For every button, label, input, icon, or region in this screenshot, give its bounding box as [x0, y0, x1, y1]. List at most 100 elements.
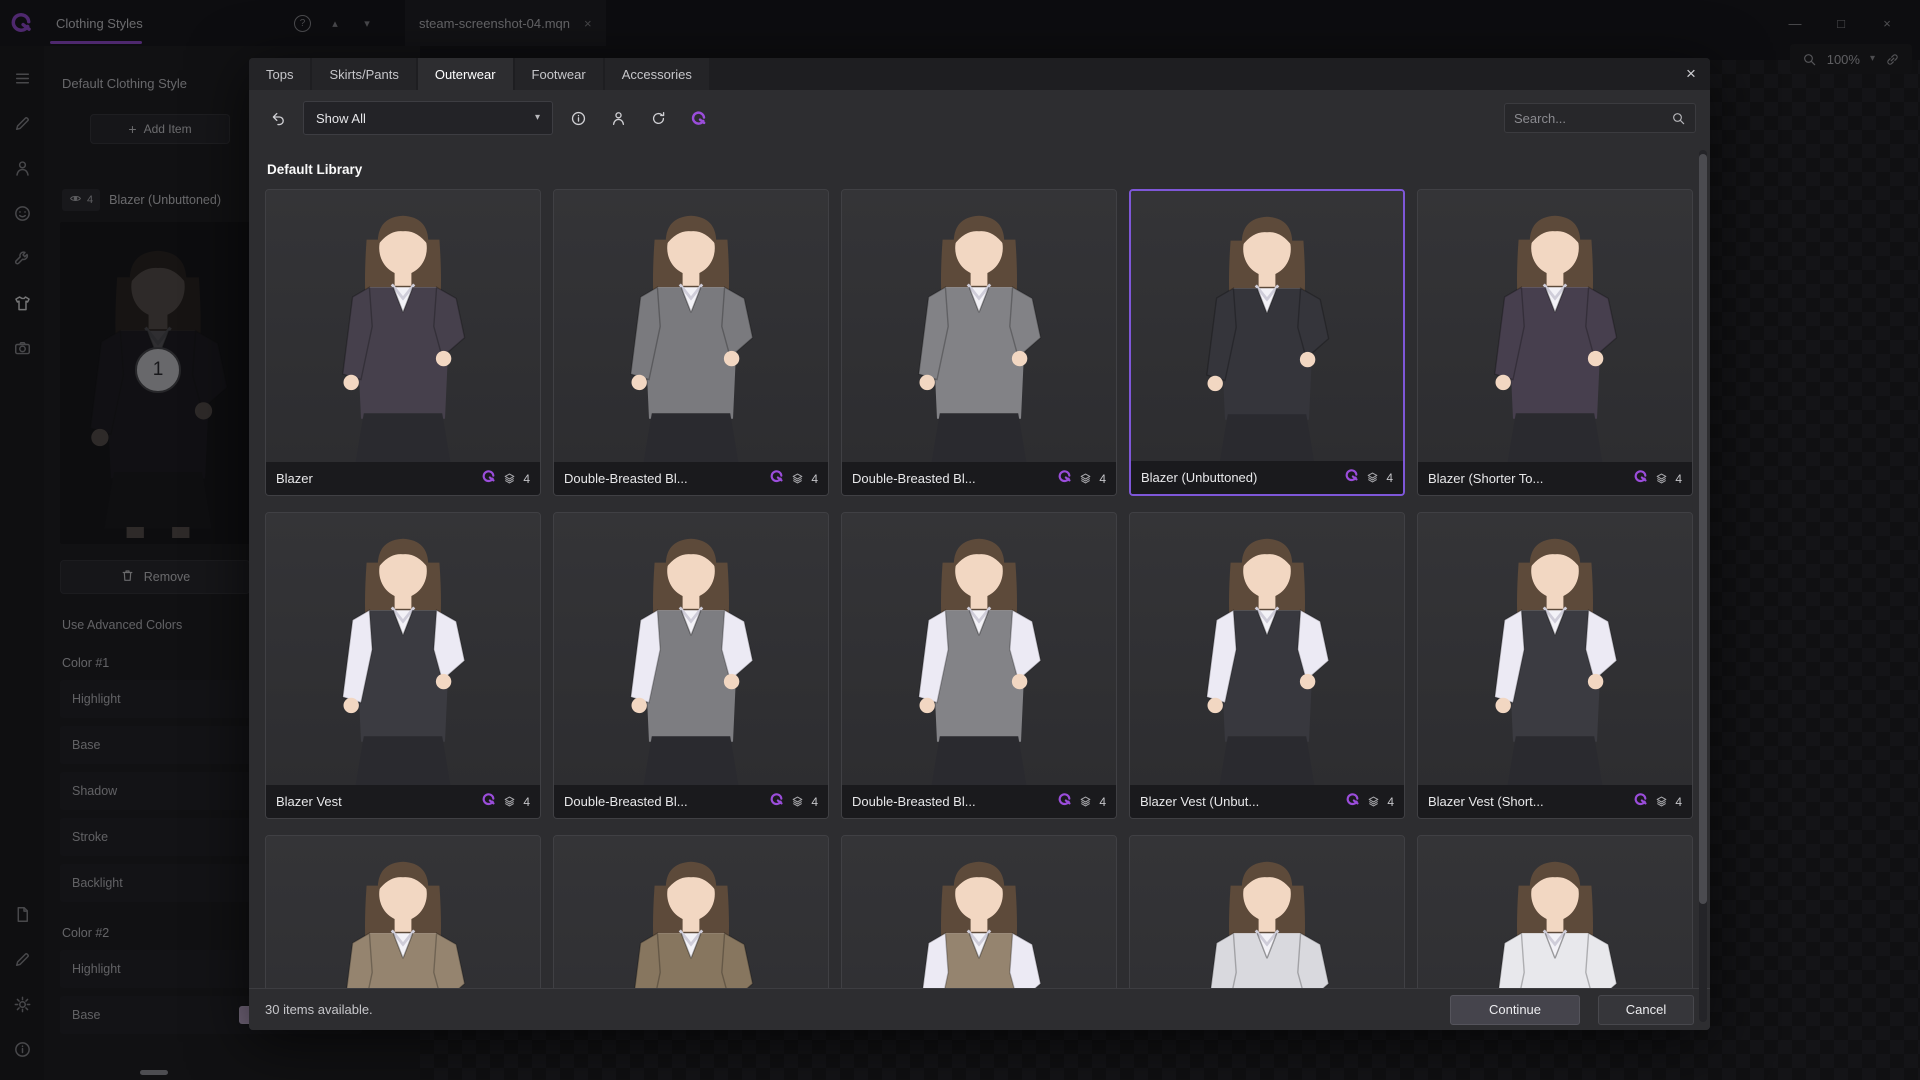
character-figure: [593, 838, 789, 988]
layers-icon: [1079, 472, 1092, 485]
items-count-status: 30 items available.: [265, 1002, 373, 1017]
item-thumbnail: [842, 190, 1116, 462]
item-thumbnail: [266, 836, 540, 988]
tab-skirts-pants[interactable]: Skirts/Pants: [312, 58, 415, 90]
clothing-item-card[interactable]: Blazer (Shorter To... 4: [1417, 189, 1693, 496]
modal-tab-bar: TopsSkirts/PantsOuterwearFootwearAccesso…: [249, 58, 1710, 90]
mannequin-brand-icon: [1344, 468, 1359, 488]
search-box[interactable]: [1504, 103, 1696, 133]
layers-icon: [503, 795, 516, 808]
item-name: Blazer (Unbuttoned): [1141, 470, 1337, 485]
layers-icon: [791, 795, 804, 808]
item-thumbnail: [842, 513, 1116, 785]
clothing-item-card[interactable]: Double-Breasted Bl... 4: [841, 512, 1117, 819]
mannequin-brand-icon: [1633, 469, 1648, 489]
info-icon[interactable]: [563, 103, 593, 133]
layers-icon: [791, 472, 804, 485]
modal-tabs: TopsSkirts/PantsOuterwearFootwearAccesso…: [249, 58, 711, 90]
clothing-item-card[interactable]: Double-Breasted Bl... 4: [553, 189, 829, 496]
clothing-item-card[interactable]: [1417, 835, 1693, 988]
item-name: Blazer: [276, 471, 474, 486]
layers-icon: [1079, 795, 1092, 808]
layers-count: 4: [1675, 472, 1682, 486]
item-thumbnail: [554, 190, 828, 462]
character-icon[interactable]: [603, 103, 633, 133]
layers-count: 4: [1099, 795, 1106, 809]
clothing-item-card[interactable]: Blazer Vest 4: [265, 512, 541, 819]
clothing-picker-dialog: TopsSkirts/PantsOuterwearFootwearAccesso…: [249, 58, 1710, 1030]
cancel-button[interactable]: Cancel: [1598, 995, 1694, 1025]
layers-icon: [1366, 471, 1379, 484]
tab-outerwear[interactable]: Outerwear: [418, 58, 513, 90]
item-thumbnail: [1418, 836, 1692, 988]
modal-scrollbar[interactable]: [1699, 150, 1707, 1022]
filter-dropdown[interactable]: Show All ▾: [303, 101, 553, 135]
item-grid: Blazer 4 Double-Breasted Bl... 4: [265, 189, 1694, 988]
item-name: Blazer Vest (Short...: [1428, 794, 1626, 809]
item-thumbnail: [266, 513, 540, 785]
layers-count: 4: [523, 795, 530, 809]
item-name: Blazer Vest (Unbut...: [1140, 794, 1338, 809]
item-thumbnail: [1130, 836, 1404, 988]
item-thumbnail: [554, 836, 828, 988]
clothing-item-card[interactable]: [841, 835, 1117, 988]
item-name: Double-Breasted Bl...: [564, 794, 762, 809]
clothing-item-card[interactable]: Blazer Vest (Short... 4: [1417, 512, 1693, 819]
item-label-bar: Blazer Vest (Unbut... 4: [1130, 785, 1404, 818]
clothing-item-card[interactable]: Blazer 4: [265, 189, 541, 496]
layers-icon: [503, 472, 516, 485]
layers-count: 4: [1386, 471, 1393, 485]
application-window: Clothing Styles ? ▴ ▾ steam-screenshot-0…: [0, 0, 1920, 1080]
clothing-item-card[interactable]: Double-Breasted Bl... 4: [841, 189, 1117, 496]
clothing-item-card[interactable]: Blazer Vest (Unbut... 4: [1129, 512, 1405, 819]
character-figure: [593, 515, 789, 785]
search-icon[interactable]: [1671, 111, 1686, 126]
item-thumbnail: [1130, 513, 1404, 785]
character-figure: [593, 192, 789, 462]
item-thumbnail: [554, 513, 828, 785]
tab-footwear[interactable]: Footwear: [515, 58, 603, 90]
layers-icon: [1367, 795, 1380, 808]
search-input[interactable]: [1514, 111, 1663, 126]
character-figure: [1169, 193, 1365, 461]
item-thumbnail: [1418, 513, 1692, 785]
tab-accessories[interactable]: Accessories: [605, 58, 709, 90]
mannequin-brand-icon: [1345, 792, 1360, 812]
character-figure: [1457, 838, 1653, 988]
mannequin-brand-icon: [1057, 792, 1072, 812]
mannequin-brand-icon: [769, 792, 784, 812]
character-figure: [881, 515, 1077, 785]
clothing-item-card[interactable]: [265, 835, 541, 988]
modal-footer: 30 items available. Continue Cancel: [249, 988, 1710, 1030]
clothing-item-card[interactable]: [553, 835, 829, 988]
clothing-item-card[interactable]: [1129, 835, 1405, 988]
item-label-bar: Double-Breasted Bl... 4: [554, 785, 828, 818]
item-name: Blazer (Shorter To...: [1428, 471, 1626, 486]
modal-scrollbar-thumb[interactable]: [1699, 154, 1707, 904]
item-label-bar: Blazer Vest (Short... 4: [1418, 785, 1692, 818]
item-label-bar: Blazer 4: [266, 462, 540, 495]
library-body: Default Library Blazer 4: [249, 146, 1710, 988]
chevron-down-icon: ▾: [535, 113, 540, 123]
layers-count: 4: [1387, 795, 1394, 809]
tab-tops[interactable]: Tops: [249, 58, 310, 90]
clothing-item-card[interactable]: Blazer (Unbuttoned) 4: [1129, 189, 1405, 496]
character-figure: [1169, 515, 1365, 785]
modal-toolbar: Show All ▾: [249, 90, 1710, 146]
item-name: Blazer Vest: [276, 794, 474, 809]
undo-icon[interactable]: [263, 103, 293, 133]
item-label-bar: Double-Breasted Bl... 4: [842, 462, 1116, 495]
character-figure: [305, 838, 501, 988]
character-figure: [1457, 515, 1653, 785]
refresh-icon[interactable]: [643, 103, 673, 133]
continue-button[interactable]: Continue: [1450, 995, 1580, 1025]
mannequin-brand-icon[interactable]: [683, 103, 713, 133]
character-figure: [1457, 192, 1653, 462]
modal-close-button[interactable]: ×: [1672, 58, 1710, 90]
clothing-item-card[interactable]: Double-Breasted Bl... 4: [553, 512, 829, 819]
item-label-bar: Blazer Vest 4: [266, 785, 540, 818]
item-label-bar: Double-Breasted Bl... 4: [554, 462, 828, 495]
layers-icon: [1655, 795, 1668, 808]
item-label-bar: Double-Breasted Bl... 4: [842, 785, 1116, 818]
item-name: Double-Breasted Bl...: [852, 471, 1050, 486]
